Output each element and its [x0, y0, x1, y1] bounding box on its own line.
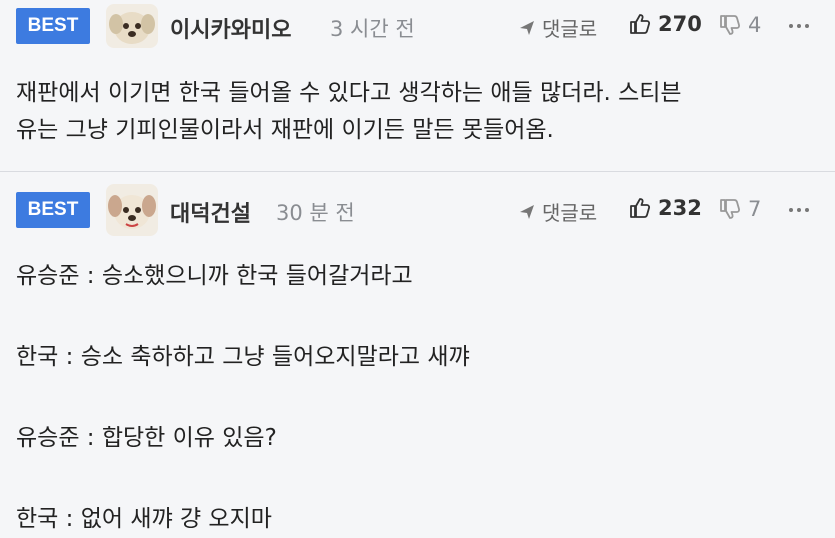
- reply-label: 댓글로: [542, 201, 598, 225]
- dog-avatar-icon: [108, 195, 156, 229]
- comment-body: 재판에서 이기면 한국 들어올 수 있다고 생각하는 애들 많더라. 스티븐 유…: [16, 75, 819, 149]
- comment-line: 유승준 : 승소했으니까 한국 들어갈거라고: [16, 263, 413, 289]
- like-count: 232: [658, 196, 702, 220]
- thumbs-up-icon: [630, 198, 651, 218]
- like-count: 270: [658, 12, 702, 36]
- nickname[interactable]: 대덕건설: [170, 196, 251, 228]
- timestamp: 3 시간 전: [330, 17, 415, 41]
- best-badge: BEST: [16, 192, 90, 228]
- best-badge: BEST: [16, 8, 90, 44]
- thumbs-down-icon: [720, 15, 741, 35]
- comment-line: 재판에서 이기면 한국 들어올 수 있다고 생각하는 애들 많더라. 스티븐: [16, 80, 682, 106]
- dog-avatar-icon: [109, 12, 155, 44]
- like-button[interactable]: 232: [628, 196, 702, 220]
- comment-line: 유승준 : 합당한 이유 있음?: [16, 425, 277, 451]
- thumbs-up-icon: [630, 14, 651, 34]
- dislike-button[interactable]: 4: [718, 13, 761, 37]
- dislike-count: 4: [748, 13, 762, 37]
- reply-button[interactable]: 댓글로: [518, 13, 597, 42]
- reply-arrow-icon: [520, 20, 534, 35]
- comment-body: 유승준 : 승소했으니까 한국 들어갈거라고 한국 : 승소 축하하고 그냥 들…: [16, 258, 819, 538]
- nickname[interactable]: 이시카와미오: [170, 12, 291, 44]
- dislike-count: 7: [748, 197, 762, 221]
- reply-arrow-icon: [520, 204, 534, 219]
- timestamp: 30 분 전: [276, 201, 355, 225]
- comment-line: 한국 : 없어 새꺄 걍 오지마: [16, 506, 272, 532]
- more-dots-icon[interactable]: [789, 24, 809, 28]
- comment-line: 유는 그냥 기피인물이라서 재판에 이기든 말든 못들어옴.: [16, 117, 554, 143]
- avatar[interactable]: [106, 4, 158, 48]
- comment-header: BEST 대덕건설 30 분 전 댓글로 232 7: [0, 184, 835, 236]
- like-button[interactable]: 270: [628, 12, 702, 36]
- comment-1: BEST 이시카와미오 3 시간 전 댓글로 270 4 재판에서 이기면 한국…: [0, 0, 835, 172]
- comment-header: BEST 이시카와미오 3 시간 전 댓글로 270 4: [0, 4, 835, 48]
- reply-button[interactable]: 댓글로: [518, 197, 597, 226]
- more-dots-icon[interactable]: [789, 208, 809, 212]
- avatar[interactable]: [106, 184, 158, 236]
- dislike-button[interactable]: 7: [718, 197, 761, 221]
- thumbs-down-icon: [720, 199, 741, 219]
- reply-label: 댓글로: [542, 17, 598, 41]
- comment-line: 한국 : 승소 축하하고 그냥 들어오지말라고 새꺄: [16, 344, 470, 370]
- comment-2: BEST 대덕건설 30 분 전 댓글로 232 7 유승준: 승소했으니까 …: [0, 172, 835, 535]
